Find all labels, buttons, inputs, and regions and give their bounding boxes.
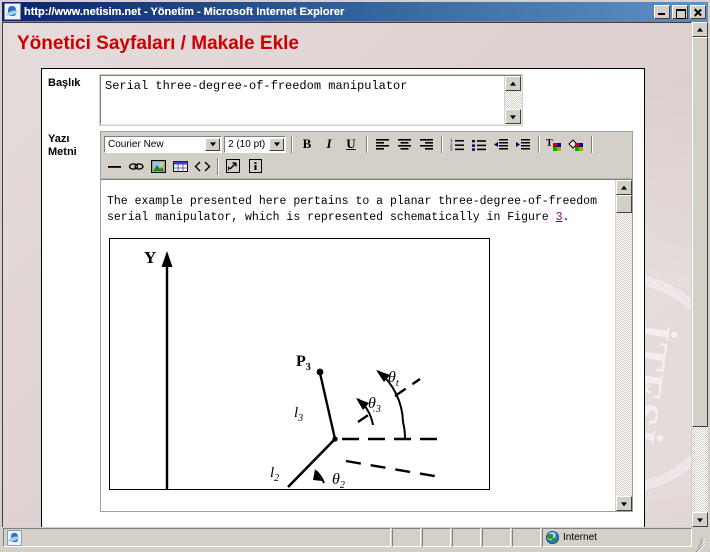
font-family-select[interactable]: Courier New — [103, 134, 223, 154]
indent-icon[interactable] — [513, 135, 533, 154]
font-size-select[interactable]: 2 (10 pt) — [223, 134, 287, 154]
ie-document-icon — [7, 529, 22, 546]
status-panel-1 — [392, 528, 421, 547]
close-button[interactable] — [690, 4, 706, 19]
editor-document-area: The example presented here pertains to a… — [101, 179, 632, 511]
table-icon[interactable] — [170, 157, 190, 176]
text-color-icon[interactable]: T — [544, 135, 564, 154]
body-field-label-line2: Metni — [48, 146, 77, 158]
unordered-list-icon[interactable] — [469, 135, 489, 154]
editor-scroll-thumb[interactable] — [616, 195, 632, 213]
info-icon[interactable] — [245, 157, 265, 176]
page-scroll-track[interactable] — [692, 37, 708, 512]
image-icon[interactable] — [148, 157, 168, 176]
editor-toolbar-row-1: Courier New 2 (10 pt) B I U 1 2 3 T — [103, 134, 629, 154]
title-field-label: Başlık — [48, 77, 81, 89]
browser-window: http://www.netisim.net - Yönetim - Micro… — [0, 0, 710, 552]
page-scroll-thumb[interactable] — [692, 37, 708, 427]
status-panel-4 — [482, 528, 511, 547]
editor-paragraph: The example presented here pertains to a… — [107, 194, 609, 226]
title-field-row: Başlık Serial three-degree-of-freedom ma… — [42, 69, 644, 126]
scroll-down-arrow-icon[interactable] — [616, 496, 632, 511]
chevron-down-icon[interactable] — [269, 137, 284, 151]
editor-scrollbar[interactable] — [615, 180, 632, 511]
figure-link-l2-label: l2 — [270, 465, 279, 484]
font-size-value: 2 (10 pt) — [228, 138, 266, 150]
toolbar-separator — [217, 157, 218, 175]
web-page: İTESİ Yönetici Sayfaları / Makale Ekle B… — [2, 22, 691, 527]
toolbar-separator — [441, 135, 442, 153]
body-field-label: Yazı Metni — [42, 125, 100, 512]
manipulator-diagram-svg: Y P3 l3 l2 θt θ3 θ2 — [144, 248, 441, 489]
popup-editor-icon[interactable] — [223, 157, 243, 176]
editor-toolbar: Courier New 2 (10 pt) B I U 1 2 3 T — [101, 132, 632, 179]
toolbar-separator — [591, 135, 592, 153]
manipulator-figure: Y P3 l3 l2 θt θ3 θ2 — [109, 238, 490, 490]
body-field-row: Yazı Metni Courier New 2 (10 pt) B I U 1… — [42, 125, 644, 512]
figure-theta-2-label: θ2 — [332, 471, 345, 489]
window-titlebar: http://www.netisim.net - Yönetim - Micro… — [2, 2, 708, 21]
status-panel-5 — [512, 528, 541, 547]
page-scroll-down-arrow-icon[interactable] — [692, 512, 708, 527]
underline-button[interactable]: U — [341, 135, 361, 154]
bold-button[interactable]: B — [297, 135, 317, 154]
status-panel-3 — [452, 528, 481, 547]
figure-point-p3-label: P3 — [296, 353, 311, 373]
body-field-label-line1: Yazı — [48, 133, 70, 145]
link-icon[interactable] — [126, 157, 146, 176]
italic-button[interactable]: I — [319, 135, 339, 154]
scroll-down-arrow-icon[interactable] — [505, 109, 521, 124]
figure-link-l3-label: l3 — [294, 405, 303, 424]
status-bar: Internet — [2, 527, 708, 552]
svg-text:T: T — [546, 138, 553, 149]
align-left-icon[interactable] — [372, 135, 392, 154]
editor-document[interactable]: The example presented here pertains to a… — [101, 180, 615, 511]
title-field-wrap: Serial three-degree-of-freedom manipulat… — [99, 69, 644, 126]
background-color-icon[interactable] — [566, 135, 586, 154]
status-panel-2 — [422, 528, 451, 547]
article-form-panel: Başlık Serial three-degree-of-freedom ma… — [41, 68, 645, 527]
font-family-value: Courier New — [108, 138, 164, 150]
align-right-icon[interactable] — [416, 135, 436, 154]
horizontal-rule-icon[interactable] — [104, 157, 124, 176]
outdent-icon[interactable] — [491, 135, 511, 154]
rich-text-editor: Courier New 2 (10 pt) B I U 1 2 3 T The … — [100, 131, 633, 512]
body-field-wrap: Courier New 2 (10 pt) B I U 1 2 3 T The … — [100, 125, 644, 512]
globe-icon — [546, 531, 559, 544]
browser-client-area: İTESİ Yönetici Sayfaları / Makale Ekle B… — [2, 21, 708, 527]
toolbar-separator — [538, 135, 539, 153]
ordered-list-icon[interactable]: 123 — [447, 135, 467, 154]
window-controls — [654, 4, 706, 19]
title-textarea-value[interactable]: Serial three-degree-of-freedom manipulat… — [101, 76, 504, 124]
align-center-icon[interactable] — [394, 135, 414, 154]
window-title: http://www.netisim.net - Yönetim - Micro… — [24, 5, 345, 18]
scroll-up-arrow-icon[interactable] — [505, 76, 521, 91]
editor-toolbar-row-2 — [104, 156, 629, 176]
svg-text:3: 3 — [450, 146, 453, 150]
security-zone-label: Internet — [563, 532, 597, 543]
ie-document-icon — [4, 3, 21, 20]
security-zone-panel[interactable]: Internet — [542, 528, 692, 547]
figure-y-label: Y — [144, 248, 156, 267]
scroll-up-arrow-icon[interactable] — [616, 180, 632, 195]
title-textarea[interactable]: Serial three-degree-of-freedom manipulat… — [99, 74, 523, 126]
minimize-button[interactable] — [654, 4, 670, 19]
page-vertical-scrollbar[interactable] — [691, 22, 708, 527]
figure-theta-t-label: θt — [388, 369, 399, 389]
toolbar-separator — [366, 135, 367, 153]
status-message-panel — [3, 528, 391, 547]
chevron-down-icon[interactable] — [205, 137, 220, 151]
paragraph-text-part1: The example presented here pertains to a… — [107, 195, 597, 224]
title-textarea-scrollbar[interactable] — [504, 76, 521, 124]
maximize-button[interactable] — [672, 4, 688, 19]
page-title: Yönetici Sayfaları / Makale Ekle — [17, 33, 299, 54]
html-source-icon[interactable] — [192, 157, 212, 176]
paragraph-text-part2: . — [562, 211, 570, 224]
page-scroll-up-arrow-icon[interactable] — [692, 22, 708, 37]
resize-grip[interactable] — [693, 533, 707, 552]
toolbar-separator — [291, 135, 292, 153]
